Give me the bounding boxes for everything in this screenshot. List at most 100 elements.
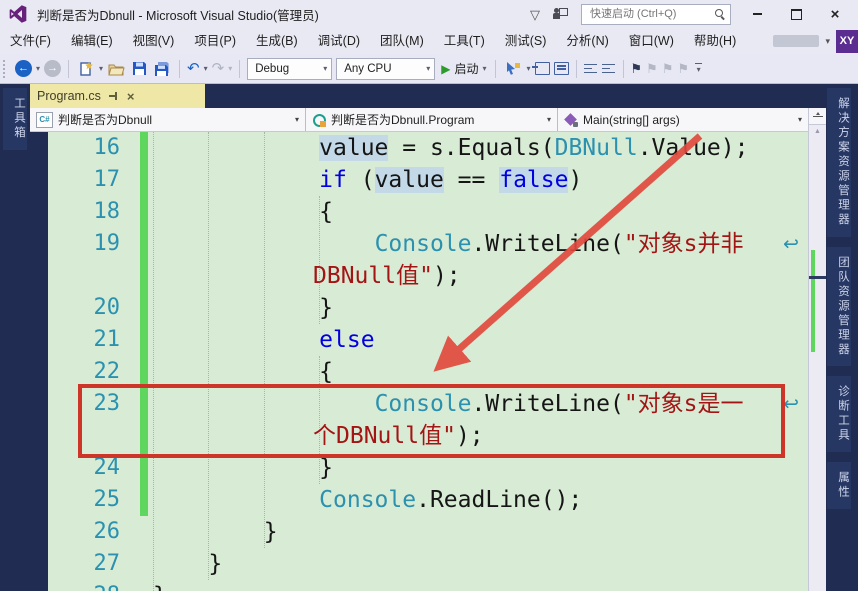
change-tracking-margin <box>120 548 148 580</box>
start-debugging-button[interactable]: ▶ 启动 ▾ <box>439 60 488 77</box>
editor-navigation-bar: C# 判断是否为Dbnull ▾ 判断是否为Dbnull.Program ▾ M… <box>30 108 808 132</box>
minimize-button[interactable] <box>744 4 770 24</box>
change-tracking-margin <box>120 164 148 196</box>
change-bar <box>140 324 148 356</box>
platform-value: Any CPU <box>344 63 391 75</box>
line-number: 21 <box>48 324 120 356</box>
start-dropdown-caret-icon: ▾ <box>482 64 486 73</box>
menu-item-7[interactable]: 工具(T) <box>434 28 495 54</box>
annotation-highlight-rectangle <box>78 384 785 458</box>
quick-launch-input[interactable] <box>588 7 715 21</box>
change-tracking-margin <box>120 228 148 260</box>
next-bookmark-icon[interactable]: ⚑ <box>662 62 674 75</box>
show-next-statement-icon[interactable] <box>535 62 550 75</box>
attach-debugger-icon[interactable] <box>503 59 522 78</box>
document-tab-label: Program.cs <box>37 89 101 103</box>
member-dropdown[interactable]: Main(string[] args) ▾ <box>558 108 808 131</box>
code-editor[interactable]: 16 value = s.Equals(DBNull.Value);17 if … <box>48 132 808 591</box>
split-window-handle[interactable] <box>809 108 826 125</box>
debug-toolbar-overflow-caret-icon[interactable]: ▾ <box>526 64 530 73</box>
right-tool-strip: 解决方案资源管理器团队资源管理器诊断工具属性 <box>826 84 858 591</box>
code-text: Console.ReadLine(); <box>148 484 582 516</box>
line-number: 20 <box>48 292 120 324</box>
redo-dropdown-caret-icon[interactable]: ▾ <box>228 64 232 73</box>
menu-item-2[interactable]: 视图(V) <box>123 28 185 54</box>
decrease-indent-icon[interactable] <box>584 63 598 75</box>
undo-icon[interactable]: ↶ <box>187 61 200 76</box>
menu-item-9[interactable]: 分析(N) <box>556 28 618 54</box>
editor-scrollbar[interactable]: ▲ <box>808 108 826 591</box>
sidebar-tab-right-2[interactable]: 诊断工具 <box>827 376 851 452</box>
sidebar-tab-right-0[interactable]: 解决方案资源管理器 <box>827 88 851 237</box>
navigate-forward-icon[interactable]: → <box>44 60 61 77</box>
close-tab-icon[interactable]: × <box>127 90 135 103</box>
new-project-icon[interactable] <box>76 59 95 78</box>
menu-item-11[interactable]: 帮助(H) <box>684 28 746 54</box>
code-line-21: 21 else <box>48 324 808 356</box>
toolbar-overflow-icon[interactable]: ▾ <box>695 63 702 75</box>
feedback-funnel-icon[interactable]: ▽ <box>530 8 540 21</box>
pin-tab-icon[interactable] <box>109 91 119 101</box>
scroll-up-icon[interactable]: ▲ <box>809 125 826 138</box>
left-tool-strip: 工具箱 <box>0 84 30 591</box>
line-number: 19 <box>48 228 120 260</box>
change-tracking-margin <box>120 292 148 324</box>
open-file-icon[interactable] <box>107 59 126 78</box>
change-tracking-margin <box>120 260 148 292</box>
close-button[interactable]: × <box>822 4 848 24</box>
change-tracking-margin <box>120 196 148 228</box>
menu-item-5[interactable]: 调试(D) <box>308 28 370 54</box>
account-avatar[interactable]: XY <box>836 30 858 53</box>
solution-platform-select[interactable]: Any CPU ▾ <box>336 58 435 80</box>
line-number <box>48 260 120 292</box>
type-dropdown[interactable]: 判断是否为Dbnull.Program ▾ <box>306 108 558 131</box>
send-feedback-icon[interactable] <box>553 8 568 20</box>
menu-item-0[interactable]: 文件(F) <box>0 28 61 54</box>
save-icon[interactable] <box>130 59 149 78</box>
type-caret-icon: ▾ <box>547 115 551 124</box>
clear-bookmarks-icon[interactable]: ⚑ <box>677 62 689 75</box>
menu-item-10[interactable]: 窗口(W) <box>619 28 684 54</box>
code-text: Console.WriteLine("对象s并非 <box>148 228 744 260</box>
menu-item-8[interactable]: 测试(S) <box>495 28 557 54</box>
line-number: 27 <box>48 548 120 580</box>
line-number: 25 <box>48 484 120 516</box>
toggle-bookmark-icon[interactable]: ⚑ <box>631 62 643 75</box>
user-dropdown-caret-icon[interactable]: ▾ <box>825 36 830 47</box>
change-bar <box>140 164 148 196</box>
project-dropdown[interactable]: C# 判断是否为Dbnull ▾ <box>30 108 306 131</box>
document-tab-programcs[interactable]: Program.cs × <box>30 84 205 108</box>
undo-dropdown-caret-icon[interactable]: ▾ <box>204 64 208 73</box>
code-line-18: 18 { <box>48 196 808 228</box>
code-text: value = s.Equals(DBNull.Value); <box>148 132 748 164</box>
menu-item-3[interactable]: 项目(P) <box>184 28 246 54</box>
indent-guide <box>153 132 154 591</box>
new-dropdown-caret-icon[interactable]: ▾ <box>99 64 103 73</box>
member-caret-icon: ▾ <box>798 115 802 124</box>
change-bar <box>140 292 148 324</box>
quick-launch-search[interactable] <box>581 4 731 25</box>
toolbar-grip[interactable] <box>3 60 9 78</box>
navigate-back-icon[interactable]: ← <box>15 60 32 77</box>
redo-icon[interactable]: ↷ <box>212 61 225 76</box>
save-all-icon[interactable] <box>153 59 172 78</box>
indent-guide <box>319 196 320 324</box>
back-dropdown-caret-icon[interactable]: ▾ <box>36 64 40 73</box>
previous-bookmark-icon[interactable]: ⚑ <box>646 62 658 75</box>
sidebar-tab-toolbox[interactable]: 工具箱 <box>3 88 27 150</box>
menu-item-6[interactable]: 团队(M) <box>370 28 434 54</box>
line-number: 26 <box>48 516 120 548</box>
type-dropdown-label: 判断是否为Dbnull.Program <box>331 111 474 128</box>
solution-configuration-select[interactable]: Debug ▾ <box>247 58 332 80</box>
menu-item-1[interactable]: 编辑(E) <box>61 28 123 54</box>
menu-item-4[interactable]: 生成(B) <box>246 28 308 54</box>
visual-studio-logo-icon <box>8 4 28 24</box>
sidebar-tab-right-1[interactable]: 团队资源管理器 <box>827 247 851 367</box>
sidebar-tab-right-3[interactable]: 属性 <box>827 462 851 509</box>
increase-indent-icon[interactable] <box>602 63 616 75</box>
maximize-button[interactable] <box>783 4 809 24</box>
signed-in-user[interactable] <box>773 35 819 47</box>
code-map-icon[interactable] <box>554 62 569 75</box>
class-icon <box>312 113 326 127</box>
standard-toolbar: ← ▾ → ▾ ↶ ▾ ↷ ▾ Debug ▾ Any CPU ▾ <box>0 54 858 84</box>
